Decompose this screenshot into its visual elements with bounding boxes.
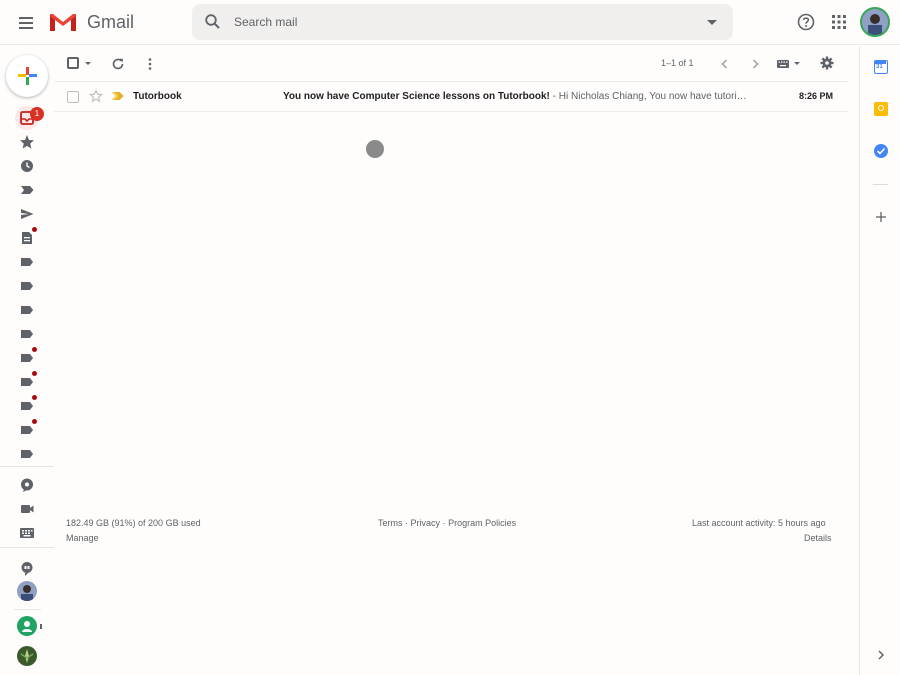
compose-plus-icon xyxy=(18,67,37,85)
manage-storage-link[interactable]: Manage xyxy=(66,533,99,543)
contact-status-dot xyxy=(40,624,42,629)
inbox-unread-badge: 1 xyxy=(30,107,44,121)
label-item[interactable] xyxy=(17,371,37,392)
label-icon xyxy=(21,258,33,266)
unread-dot xyxy=(32,395,37,400)
email-sender: Tutorbook xyxy=(133,91,182,102)
email-snippet: - Hi Nicholas Chiang, You now have tutor… xyxy=(549,91,747,102)
older-chevron-icon[interactable] xyxy=(748,57,762,71)
pagination-count: 1–1 of 1 xyxy=(661,58,694,68)
email-select-checkbox[interactable] xyxy=(67,91,79,103)
label-icon xyxy=(21,330,33,338)
contact-avatar-plant[interactable] xyxy=(17,646,37,666)
chat-bubble-icon[interactable] xyxy=(17,475,37,495)
last-activity: Last account activity: 5 hours ago xyxy=(692,518,826,528)
nav-divider xyxy=(0,466,54,467)
main-menu-icon[interactable] xyxy=(14,11,38,35)
keep-icon[interactable] xyxy=(874,102,888,116)
settings-gear-icon[interactable] xyxy=(819,55,835,71)
nav-divider xyxy=(14,609,41,610)
drafts-item[interactable] xyxy=(17,227,37,248)
label-item[interactable] xyxy=(17,395,37,416)
input-tools-icon[interactable] xyxy=(776,58,790,70)
email-subject: You now have Computer Science lessons on… xyxy=(283,91,550,102)
search-icon[interactable] xyxy=(204,13,222,31)
email-subject-line: You now have Computer Science lessons on… xyxy=(283,91,761,102)
important-icon[interactable] xyxy=(17,180,37,200)
star-outline-icon[interactable] xyxy=(89,89,103,103)
input-tools-caret-icon[interactable] xyxy=(794,62,800,65)
email-row[interactable]: Tutorbook You now have Computer Science … xyxy=(54,82,848,112)
footer-links: Terms · Privacy · Program Policies xyxy=(378,518,516,528)
footer-separator: · xyxy=(442,518,446,528)
calendar-day: 31 xyxy=(876,64,883,70)
contact-avatar-green[interactable] xyxy=(17,616,37,636)
label-item[interactable] xyxy=(17,419,37,440)
terms-link[interactable]: Terms xyxy=(378,518,403,528)
more-vert-icon[interactable] xyxy=(142,56,158,72)
clock-icon[interactable] xyxy=(17,156,37,176)
footer-separator: · xyxy=(405,518,409,528)
refresh-icon[interactable] xyxy=(110,56,126,72)
select-dropdown-caret-icon[interactable] xyxy=(85,62,91,65)
label-item[interactable] xyxy=(17,347,37,368)
meet-video-icon[interactable] xyxy=(17,499,37,519)
label-item[interactable] xyxy=(17,324,37,344)
label-icon xyxy=(21,282,33,290)
unread-dot xyxy=(32,227,37,232)
compose-button[interactable] xyxy=(6,55,48,97)
hangouts-icon[interactable] xyxy=(17,558,37,578)
select-all-checkbox[interactable] xyxy=(67,57,79,69)
app-name: Gmail xyxy=(87,12,135,32)
label-icon xyxy=(21,450,33,458)
label-icon xyxy=(21,306,33,314)
contact-avatar[interactable] xyxy=(17,581,37,601)
account-avatar[interactable] xyxy=(860,7,890,37)
side-panel: 31 xyxy=(859,46,900,675)
important-marker-icon[interactable] xyxy=(111,91,125,101)
calendar-icon[interactable]: 31 xyxy=(874,60,888,74)
privacy-link[interactable]: Privacy xyxy=(411,518,441,528)
unread-dot xyxy=(32,347,37,352)
keyboard-icon[interactable] xyxy=(17,523,37,543)
search-input[interactable] xyxy=(234,12,674,32)
loading-indicator xyxy=(366,140,384,158)
newer-chevron-icon[interactable] xyxy=(718,57,732,71)
send-icon[interactable] xyxy=(17,204,37,224)
email-time: 8:26 PM xyxy=(799,91,834,101)
storage-usage: 182.49 GB (91%) of 200 GB used xyxy=(66,518,201,528)
label-item[interactable] xyxy=(17,444,37,464)
top-header: Gmail xyxy=(0,0,900,45)
apps-grid-icon[interactable] xyxy=(829,12,849,32)
activity-details-link[interactable]: Details xyxy=(804,533,832,543)
search-options-caret-icon[interactable] xyxy=(707,20,717,25)
search-bar[interactable] xyxy=(192,4,733,40)
label-item[interactable] xyxy=(17,252,37,272)
side-panel-divider xyxy=(873,184,888,185)
help-icon[interactable] xyxy=(796,12,816,32)
unread-dot xyxy=(32,419,37,424)
expand-panel-chevron-icon[interactable] xyxy=(874,648,888,662)
tasks-icon[interactable] xyxy=(874,144,888,158)
label-item[interactable] xyxy=(17,300,37,320)
program-policies-link[interactable]: Program Policies xyxy=(448,518,516,528)
gmail-logo[interactable] xyxy=(48,11,78,33)
add-addon-icon[interactable] xyxy=(874,210,888,224)
nav-divider xyxy=(0,547,54,548)
label-item[interactable] xyxy=(17,276,37,296)
star-icon[interactable] xyxy=(17,132,37,152)
mail-toolbar: 1–1 of 1 xyxy=(54,46,848,82)
unread-dot xyxy=(32,371,37,376)
